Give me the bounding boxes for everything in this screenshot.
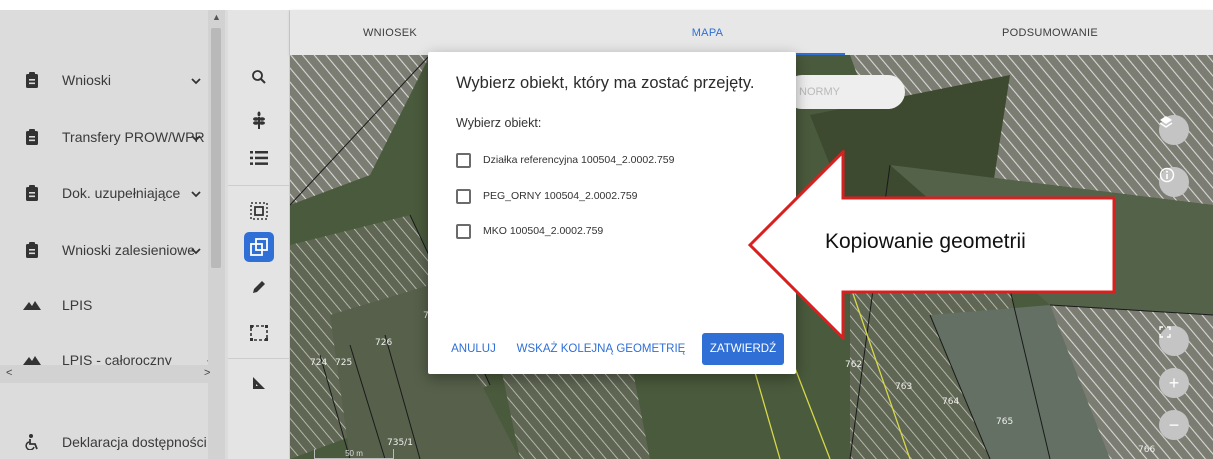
clipboard-icon [23,184,41,202]
sidebar-item-label: Wnioski zalesieniowe [62,242,196,258]
sidebar-item-wnioski-zalesieniowe[interactable]: Wnioski zalesieniowe [0,230,210,270]
dialog-subtitle: Wybierz obiekt: [456,116,542,130]
terrain-icon [23,296,41,314]
checkbox[interactable] [456,188,471,204]
scale-bar: 50 m [314,449,394,459]
option-peg-orny[interactable]: PEG_ORNY 100504_2.0002.759 [456,187,638,205]
search-icon[interactable] [244,62,274,92]
sidebar-item-deklaracja[interactable]: Deklaracja dostępności [0,422,210,459]
parcel-number: 725 [335,358,353,368]
layers-button[interactable] [1159,115,1189,145]
clipboard-icon [23,241,41,259]
plant-icon[interactable] [244,105,274,135]
app-window: Wnioski Transfery PROW/WPR Dok. uzupełni… [0,0,1213,459]
chevron-down-icon [190,244,202,256]
dialog-title: Wybierz obiekt, który ma zostać przejęty… [456,74,755,92]
sidebar-item-transfery[interactable]: Transfery PROW/WPR [0,117,210,157]
chevron-down-icon [190,131,202,143]
select-object-dialog: Wybierz obiekt, który ma zostać przejęty… [428,52,796,374]
sidebar-item-dok-uzupelniajace[interactable]: Dok. uzupełniające [0,173,210,213]
chevron-down-icon [190,187,202,199]
sidebar-item-label: LPIS [62,297,93,313]
horizontal-scrollbar[interactable]: < > [0,365,225,383]
parcel-number: 735/1 [387,438,413,448]
parcel-number: 764 [942,397,960,407]
tab-bar: WNIOSEK MAPA PODSUMOWANIE [290,10,1213,55]
option-mko[interactable]: MKO 100504_2.0002.759 [456,222,603,240]
toolbar-divider [228,185,290,186]
plus-icon: + [1168,372,1180,393]
tab-podsumowanie[interactable]: PODSUMOWANIE [950,10,1150,55]
sidebar-footer-label: Deklaracja dostępności [62,434,207,450]
checkbox[interactable] [456,152,471,168]
chevron-down-icon [190,74,202,86]
sidebar-scrollbar[interactable]: ▲ [208,10,225,459]
map-toolbar [228,10,290,459]
scrollbar-thumb[interactable] [211,28,221,268]
sidebar: Wnioski Transfery PROW/WPR Dok. uzupełni… [0,10,228,459]
option-label: MKO 100504_2.0002.759 [483,225,604,237]
select-area-icon[interactable] [244,196,274,226]
accessibility-icon [23,433,41,451]
zoom-out-button[interactable]: − [1159,410,1189,440]
sidebar-item-label: Wnioski [62,72,112,88]
parcel-number: 726 [375,338,393,348]
list-icon[interactable] [244,143,274,173]
next-geometry-button[interactable]: WSKAŻ KOLEJNĄ GEOMETRIĘ [516,333,686,365]
tab-wniosek[interactable]: WNIOSEK [290,10,490,55]
fullscreen-button[interactable] [1159,326,1189,356]
clipboard-icon [23,71,41,89]
option-dzialka-referencyjna[interactable]: Działka referencyjna 100504_2.0002.759 [456,151,674,169]
measure-icon[interactable] [244,368,274,398]
sidebar-item-label: Transfery PROW/WPR [62,129,205,145]
checkbox[interactable] [456,223,471,239]
sidebar-item-label: Dok. uzupełniające [62,185,181,201]
parcel-number: 762 [845,360,863,370]
parcel-number: 724 [310,358,328,368]
copy-geometry-icon[interactable] [244,232,274,262]
parcel-number: 765 [996,417,1014,427]
option-label: PEG_ORNY 100504_2.0002.759 [483,190,638,202]
rectangle-select-icon[interactable] [244,318,274,348]
parcel-number: 766 [1138,445,1156,455]
sidebar-item-wnioski[interactable]: Wnioski [0,60,210,100]
clipboard-icon [23,128,41,146]
toolbar-divider [228,358,290,359]
sidebar-item-lpis[interactable]: LPIS [0,285,210,325]
tab-mapa[interactable]: MAPA [570,10,845,55]
zoom-in-button[interactable]: + [1159,368,1189,398]
scroll-up-icon[interactable]: ▲ [212,12,221,22]
callout-text: Kopiowanie geometrii [825,230,1026,253]
normy-toggle[interactable]: NORMY [785,75,905,109]
minus-icon: − [1168,414,1180,435]
pencil-icon[interactable] [244,272,274,302]
info-button[interactable] [1159,167,1189,197]
option-label: Działka referencyjna 100504_2.0002.759 [483,154,675,166]
parcel-number: 763 [895,382,913,392]
scroll-right-icon[interactable]: > [204,367,210,379]
scroll-left-icon[interactable]: < [6,367,12,379]
cancel-button[interactable]: ANULUJ [446,333,501,365]
